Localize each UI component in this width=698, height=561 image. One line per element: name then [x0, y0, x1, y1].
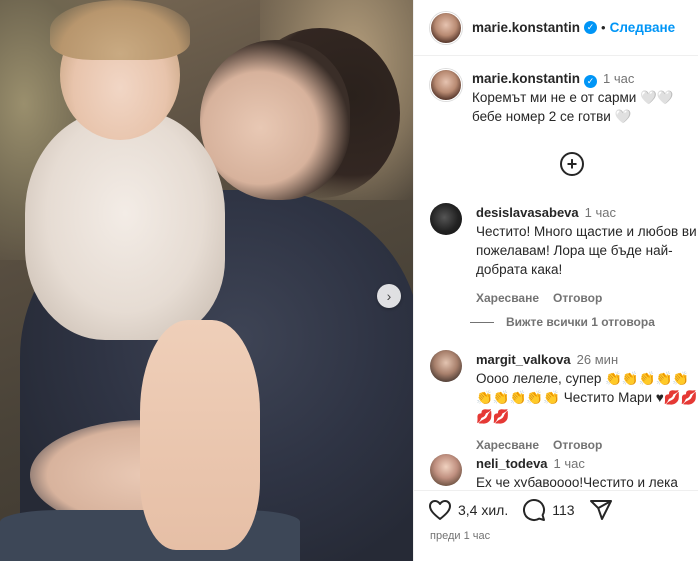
comment-text: Ех че хубавоооо!Честито и лека [476, 475, 678, 487]
caption-text: Коремът ми не е от сарми 🤍🤍 бебе номер 2… [472, 90, 674, 124]
header-username[interactable]: marie.konstantin [472, 20, 580, 35]
avatar[interactable] [430, 203, 462, 235]
comment: margit_valkova 26 мин Оооо лелеле, супер … [430, 350, 698, 455]
post-header: marie.konstantin ✓ • Следване [414, 0, 698, 56]
comment-time: 26 мин [576, 352, 619, 367]
like-button[interactable]: 3,4 хил. [428, 499, 508, 521]
caption-avatar[interactable] [430, 69, 462, 101]
comment-username[interactable]: desislavasabeva [476, 205, 579, 220]
verified-badge-icon: ✓ [584, 75, 598, 88]
follow-button[interactable]: Следване [610, 20, 676, 35]
avatar[interactable] [430, 11, 462, 44]
post-panel: marie.konstantin ✓ • Следване marie.kons… [413, 0, 698, 561]
action-bar: 3,4 хил. 113 [414, 490, 698, 528]
chevron-right-icon[interactable]: › [377, 284, 401, 308]
post-photo[interactable]: › [0, 0, 413, 561]
heart-icon [429, 499, 451, 520]
like-comment-button[interactable]: Харесване [476, 289, 539, 308]
view-replies-button[interactable]: Вижте всички 1 отговора [470, 315, 655, 329]
post-date[interactable]: преди 1 час [430, 530, 490, 542]
share-button[interactable] [589, 498, 619, 522]
photo-baby-legs [140, 320, 260, 550]
caption-username[interactable]: marie.konstantin [472, 71, 580, 86]
comments-scroll[interactable]: marie.konstantin ✓ 1 час Коремът ми не е о… [414, 57, 698, 487]
comment-count: 113 [552, 501, 575, 518]
photo-baby-hair [50, 0, 190, 60]
comment-text: Оооо лелеле, супер 👏👏👏👏👏👏👏👏👏👏 Честито Ма… [476, 371, 698, 424]
comment-time: 1 час [584, 205, 616, 220]
comment: neli_todeva 1 час Ех че хубавоооо!Честито… [430, 454, 698, 487]
avatar[interactable] [430, 350, 462, 382]
comment-button[interactable]: 113 [522, 498, 575, 522]
reply-button[interactable]: Отговор [553, 289, 602, 308]
view-replies-label: Вижте всички 1 отговора [506, 315, 655, 329]
send-icon [589, 499, 612, 520]
replies-divider [470, 321, 494, 323]
comment-icon [523, 498, 546, 521]
comment: desislavasabeva 1 час Честито! Много щаст… [430, 203, 698, 308]
like-comment-button[interactable]: Харесване [476, 436, 539, 455]
separator-dot: • [601, 20, 606, 35]
caption-time[interactable]: 1 час [603, 71, 634, 86]
post-caption: marie.konstantin ✓ 1 час Коремът ми не е о… [430, 69, 695, 126]
photo-baby [25, 110, 225, 340]
comment-username[interactable]: neli_todeva [476, 456, 548, 471]
comment-text: Честито! Много щастие и любов ви пожелав… [476, 224, 697, 277]
photo-face [200, 40, 350, 200]
like-count: 3,4 хил. [458, 501, 509, 518]
verified-badge-icon: ✓ [584, 21, 598, 34]
comment-time: 1 час [553, 456, 585, 471]
avatar[interactable] [430, 454, 462, 486]
reply-button[interactable]: Отговор [553, 436, 602, 455]
comment-username[interactable]: margit_valkova [476, 352, 571, 367]
plus-circle-icon[interactable]: + [560, 152, 584, 176]
